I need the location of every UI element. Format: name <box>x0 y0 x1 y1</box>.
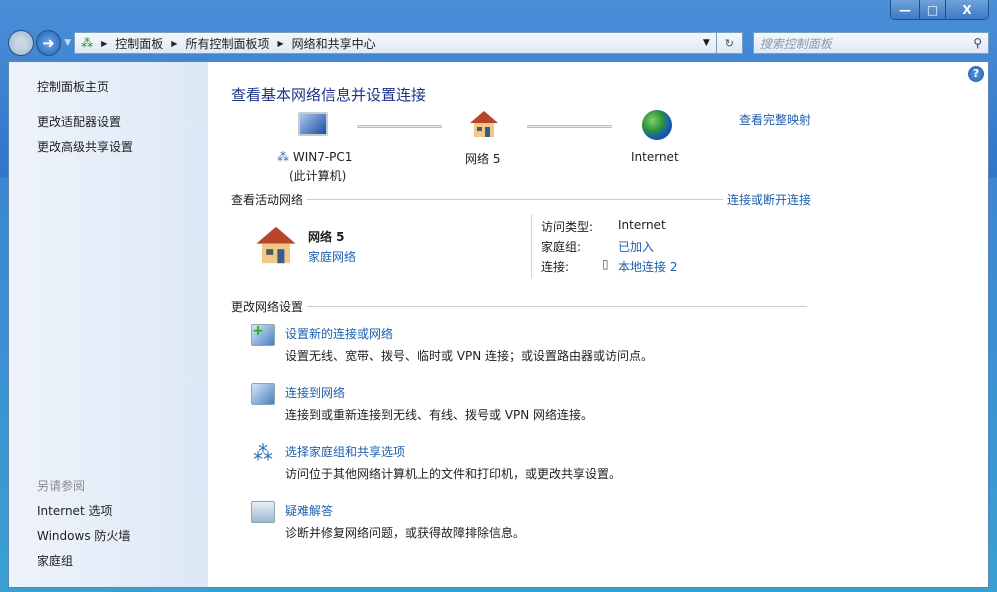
change-settings-heading: 更改网络设置 <box>231 298 303 315</box>
troubleshoot-icon <box>251 501 275 523</box>
page-title: 查看基本网络信息并设置连接 <box>231 84 426 105</box>
sidebar-link-advanced-sharing[interactable]: 更改高级共享设置 <box>37 138 133 155</box>
homegroup-sharing-link[interactable]: 选择家庭组和共享选项 <box>285 443 405 460</box>
ethernet-plug-icon: ▯ <box>602 257 609 271</box>
sidebar-link-adapter-settings[interactable]: 更改适配器设置 <box>37 113 121 130</box>
computer-node[interactable]: ⁂ WIN7-PC1 <box>277 150 352 164</box>
network-node-label[interactable]: 网络 5 <box>465 150 500 167</box>
content-area: 控制面板主页 更改适配器设置 更改高级共享设置 另请参阅 Internet 选项… <box>8 61 989 588</box>
search-placeholder: 搜索控制面板 <box>760 35 832 52</box>
homegroup-joined-link[interactable]: 已加入 <box>618 238 654 255</box>
homegroup-sharing-desc: 访问位于其他网络计算机上的文件和打印机，或更改共享设置。 <box>285 465 621 482</box>
connect-disconnect-link[interactable]: 连接或断开连接 <box>727 191 811 208</box>
recent-pages-dropdown[interactable]: ▼ <box>64 38 71 48</box>
troubleshoot-desc: 诊断并修复网络问题，或获得故障排除信息。 <box>285 524 525 541</box>
active-networks-header: 查看活动网络 连接或断开连接 <box>231 191 811 208</box>
sidebar-link-firewall[interactable]: Windows 防火墙 <box>37 527 130 544</box>
active-network-name: 网络 5 <box>308 228 345 245</box>
local-connection-link[interactable]: 本地连接 2 <box>618 258 677 275</box>
address-bar[interactable]: ⁂ ▶ 控制面板 ▶ 所有控制面板项 ▶ 网络和共享中心 ▼ ↻ <box>74 32 743 54</box>
connection-line <box>527 125 612 128</box>
control-panel-icon: ⁂ <box>81 36 93 50</box>
divider <box>307 199 723 200</box>
chevron-right-icon[interactable]: ▶ <box>101 39 107 48</box>
house-icon <box>468 109 500 139</box>
chevron-right-icon[interactable]: ▶ <box>171 39 177 48</box>
active-networks-heading: 查看活动网络 <box>231 191 303 208</box>
sidebar: 控制面板主页 更改适配器设置 更改高级共享设置 另请参阅 Internet 选项… <box>9 62 208 587</box>
access-type-label: 访问类型: <box>541 218 593 235</box>
sidebar-link-internet-options[interactable]: Internet 选项 <box>37 502 112 519</box>
divider <box>307 306 807 307</box>
chevron-right-icon[interactable]: ▶ <box>277 39 283 48</box>
close-button[interactable]: X <box>945 0 988 19</box>
help-icon[interactable]: ? <box>968 66 984 82</box>
search-icon[interactable]: ⚲ <box>973 36 982 50</box>
maximize-button[interactable]: □ <box>919 0 945 19</box>
homegroup-label: 家庭组: <box>541 238 581 255</box>
new-connection-icon: + <box>251 324 275 346</box>
connect-network-icon <box>251 383 275 405</box>
search-input[interactable]: 搜索控制面板 ⚲ <box>753 32 989 54</box>
connections-label: 连接: <box>541 258 569 275</box>
window-frame: — □ X ◀ ➜ ▼ ⁂ ▶ 控制面板 ▶ 所有控制面板项 ▶ 网络和共享中心… <box>0 0 997 592</box>
connect-network-link[interactable]: 连接到网络 <box>285 384 345 401</box>
computer-subtitle: (此计算机) <box>289 167 346 184</box>
homegroup-icon: ⁂ <box>277 150 289 164</box>
refresh-button[interactable]: ↻ <box>716 33 742 53</box>
homegroup-sharing-icon: ⁂ <box>251 442 275 464</box>
sidebar-link-homegroup[interactable]: 家庭组 <box>37 552 73 569</box>
window-controls: — □ X <box>890 0 989 20</box>
connection-line <box>357 125 442 128</box>
computer-icon <box>298 112 328 136</box>
minimize-button[interactable]: — <box>891 0 919 19</box>
change-settings-header: 更改网络设置 <box>231 298 811 315</box>
internet-globe-icon <box>642 110 672 140</box>
address-dropdown-icon[interactable]: ▼ <box>703 38 710 48</box>
view-full-map-link[interactable]: 查看完整映射 <box>739 111 811 128</box>
access-type-value: Internet <box>618 218 666 232</box>
back-button[interactable]: ◀ <box>8 30 34 56</box>
troubleshoot-link[interactable]: 疑难解答 <box>285 502 333 519</box>
breadcrumb-all-items[interactable]: 所有控制面板项 <box>185 35 269 52</box>
computer-name: WIN7-PC1 <box>293 150 353 164</box>
breadcrumb-network-center[interactable]: 网络和共享中心 <box>292 35 376 52</box>
divider <box>531 214 532 278</box>
connect-network-desc: 连接到或重新连接到无线、有线、拨号或 VPN 网络连接。 <box>285 406 593 423</box>
network-type-link[interactable]: 家庭网络 <box>308 248 356 265</box>
breadcrumb-control-panel[interactable]: 控制面板 <box>115 35 163 52</box>
forward-button[interactable]: ➜ <box>36 30 62 56</box>
see-also-heading: 另请参阅 <box>37 477 85 494</box>
internet-node-label[interactable]: Internet <box>631 150 679 164</box>
house-icon <box>253 224 299 266</box>
sidebar-link-home[interactable]: 控制面板主页 <box>37 78 109 95</box>
navigation-bar: ◀ ➜ ▼ ⁂ ▶ 控制面板 ▶ 所有控制面板项 ▶ 网络和共享中心 ▼ ↻ 搜… <box>8 28 989 58</box>
setup-connection-link[interactable]: 设置新的连接或网络 <box>285 325 393 342</box>
setup-connection-desc: 设置无线、宽带、拨号、临时或 VPN 连接；或设置路由器或访问点。 <box>285 347 653 364</box>
